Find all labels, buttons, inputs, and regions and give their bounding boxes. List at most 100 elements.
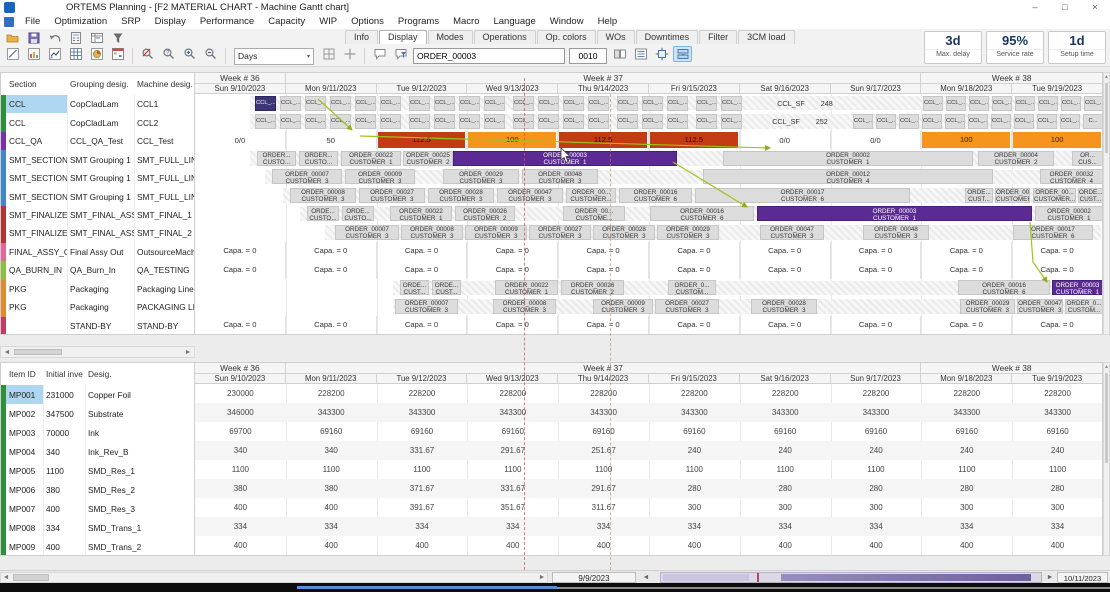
- menu-item-optimization[interactable]: Optimization: [47, 15, 114, 29]
- inventory-cell[interactable]: 1100: [195, 460, 286, 479]
- gantt-block[interactable]: ORDER_00002CUSTOMER_1: [1035, 206, 1103, 221]
- machine-cell[interactable]: SMT_FINAL_ASSY: [67, 224, 134, 242]
- machine-cell[interactable]: QA_BURN_IN: [6, 261, 67, 279]
- gantt-block[interactable]: CCL_...: [459, 96, 480, 111]
- inventory-cell[interactable]: 334: [1012, 517, 1103, 536]
- gantt-block[interactable]: C...: [1083, 114, 1103, 129]
- calendar-board-icon[interactable]: [108, 46, 127, 62]
- material-row[interactable]: MP008334SMD_Trans_1: [1, 518, 194, 538]
- gantt-block[interactable]: ORDER_0...CUSTOM...: [1065, 299, 1103, 314]
- close-icon[interactable]: ×: [1080, 0, 1110, 15]
- menu-item-display[interactable]: Display: [148, 15, 193, 29]
- gantt-block[interactable]: ORDER_00022CUSTOMER_1: [390, 206, 452, 221]
- gantt-block[interactable]: CCL_...: [992, 96, 1012, 111]
- gantt-block[interactable]: CCL_...: [434, 114, 455, 129]
- material-cell[interactable]: 347500: [43, 404, 85, 423]
- gantt-block[interactable]: ORDE...CUST...: [965, 188, 993, 203]
- minimize-icon[interactable]: –: [1020, 0, 1050, 15]
- gantt-block[interactable]: CCL_...: [667, 114, 688, 129]
- gantt-block[interactable]: CCL_...: [876, 114, 896, 129]
- menu-item-options[interactable]: Options: [344, 15, 391, 29]
- material-cell[interactable]: 1100: [43, 461, 85, 480]
- gantt-block[interactable]: ORDER_00017CUSTOMER_6: [1013, 225, 1093, 240]
- capacity-cell[interactable]: Capa. = 0: [558, 260, 649, 278]
- gantt-block[interactable]: CCL_...: [563, 96, 584, 111]
- machine-cell[interactable]: PKG: [6, 280, 67, 298]
- material-row[interactable]: MP009400SMD_Trans_2: [1, 537, 194, 555]
- gantt-block[interactable]: ORDE...CUSTO...: [342, 206, 374, 221]
- inventory-cell[interactable]: 391.67: [377, 498, 468, 517]
- zoom-out-icon[interactable]: [201, 46, 220, 62]
- gantt-block[interactable]: CCL_...: [380, 96, 401, 111]
- capacity-cell[interactable]: Capa. = 0: [649, 242, 740, 260]
- capacity-cell[interactable]: 100: [1012, 131, 1103, 149]
- machine-cell[interactable]: CCL2: [134, 113, 194, 131]
- inventory-cell[interactable]: 228200: [649, 384, 740, 403]
- gantt-block[interactable]: CCL_...: [280, 114, 301, 129]
- inventory-cell[interactable]: 340: [286, 441, 377, 460]
- material-cell[interactable]: SMD_Res_3: [85, 499, 194, 518]
- gantt-block[interactable]: ORDER_00012CUSTOMER_4: [703, 169, 993, 184]
- gantt-block[interactable]: ORDER_00003CUSTOMER_1: [1052, 280, 1103, 295]
- split-view-icon[interactable]: [610, 46, 629, 62]
- gantt-block[interactable]: ORDE...CUST...: [400, 280, 429, 295]
- capacity-cell[interactable]: Capa. = 0: [1012, 316, 1103, 334]
- inventory-cell[interactable]: 343300: [1012, 403, 1103, 422]
- inventory-cell[interactable]: 334: [921, 517, 1012, 536]
- gantt-block[interactable]: ORDER_00008CUSTOMER_3: [401, 225, 463, 240]
- capacity-cell[interactable]: Capa. = 0: [649, 260, 740, 278]
- gantt-block[interactable]: ORDER_00029CUSTOMER_3: [960, 299, 1015, 314]
- gantt-block[interactable]: CCL_...: [1060, 114, 1080, 129]
- scroll-right-icon[interactable]: ►: [537, 573, 547, 582]
- gantt-block[interactable]: CCL_...: [305, 96, 326, 111]
- capacity-cell[interactable]: Capa. = 0: [831, 316, 922, 334]
- gantt-block[interactable]: ORDER_00016CUSTOMER_6: [650, 206, 754, 221]
- order-search-input[interactable]: [413, 48, 565, 64]
- inventory-cell[interactable]: 343300: [558, 403, 649, 422]
- operation-number-input[interactable]: [569, 48, 607, 64]
- gantt-block[interactable]: ORDER_00048CUSTOMER_3: [863, 225, 929, 240]
- machine-row[interactable]: PKGPackagingPackaging Line 1: [1, 280, 194, 299]
- material-cell[interactable]: 340: [43, 442, 85, 461]
- inventory-cell[interactable]: 380: [286, 479, 377, 498]
- inventory-cell[interactable]: 371.67: [377, 479, 468, 498]
- material-vscrollbar[interactable]: ▲: [1103, 362, 1110, 556]
- table-view-icon[interactable]: [66, 46, 85, 62]
- inventory-cell[interactable]: 400: [377, 536, 468, 555]
- menu-item-wip[interactable]: WIP: [312, 15, 344, 29]
- inventory-cell[interactable]: 228200: [740, 384, 831, 403]
- scrollbar-thumb[interactable]: [13, 574, 49, 581]
- fit-width-icon[interactable]: [652, 46, 671, 62]
- capacity-cell[interactable]: Capa. = 0: [558, 316, 649, 334]
- gantt-block[interactable]: ORDER_00048CUSTOMER_3: [522, 169, 598, 184]
- gantt-block[interactable]: ORDER_00026CUSTOMER_2: [561, 280, 624, 295]
- inventory-cell[interactable]: 280: [740, 479, 831, 498]
- inventory-cell[interactable]: 69160: [649, 422, 740, 441]
- capacity-cell[interactable]: Capa. = 0: [286, 260, 377, 278]
- machine-cell[interactable]: Final Assy Out: [67, 243, 134, 261]
- inventory-cell[interactable]: 1100: [558, 460, 649, 479]
- scroll-left-icon[interactable]: ◄: [1, 573, 11, 582]
- capacity-cell[interactable]: Capa. = 0: [649, 316, 740, 334]
- machine-cell[interactable]: Packaging: [67, 298, 134, 316]
- inventory-cell[interactable]: 400: [649, 536, 740, 555]
- gantt-block[interactable]: ORDER_00002CUSTOMER_1: [723, 151, 973, 166]
- gantt-block[interactable]: ORDER...CUSTO...: [257, 151, 296, 166]
- capacity-cell[interactable]: Capa. = 0: [195, 242, 286, 260]
- gantt-block[interactable]: OR...CUS...: [1072, 151, 1103, 166]
- gantt-block[interactable]: ORDER_00029CUSTOMER_3: [657, 225, 719, 240]
- material-cell[interactable]: MP001: [6, 385, 43, 404]
- inventory-cell[interactable]: 343300: [831, 403, 922, 422]
- gantt-block[interactable]: CCL_...: [642, 114, 663, 129]
- tab-display[interactable]: Display: [379, 30, 427, 44]
- material-row[interactable]: MP001231000Copper Foil: [1, 385, 194, 405]
- report-board-icon[interactable]: [87, 30, 106, 46]
- machine-cell[interactable]: SMT Grouping 1: [67, 187, 134, 205]
- scrollbar-thumb[interactable]: [781, 574, 1031, 581]
- inventory-cell[interactable]: 400: [740, 536, 831, 555]
- capacity-cell[interactable]: 0/0: [831, 131, 922, 149]
- capacity-cell[interactable]: 112.5: [649, 131, 740, 149]
- capacity-cell[interactable]: 112.5: [377, 131, 468, 149]
- menu-item-performance[interactable]: Performance: [193, 15, 261, 29]
- material-cell[interactable]: Ink_Rev_B: [85, 442, 194, 461]
